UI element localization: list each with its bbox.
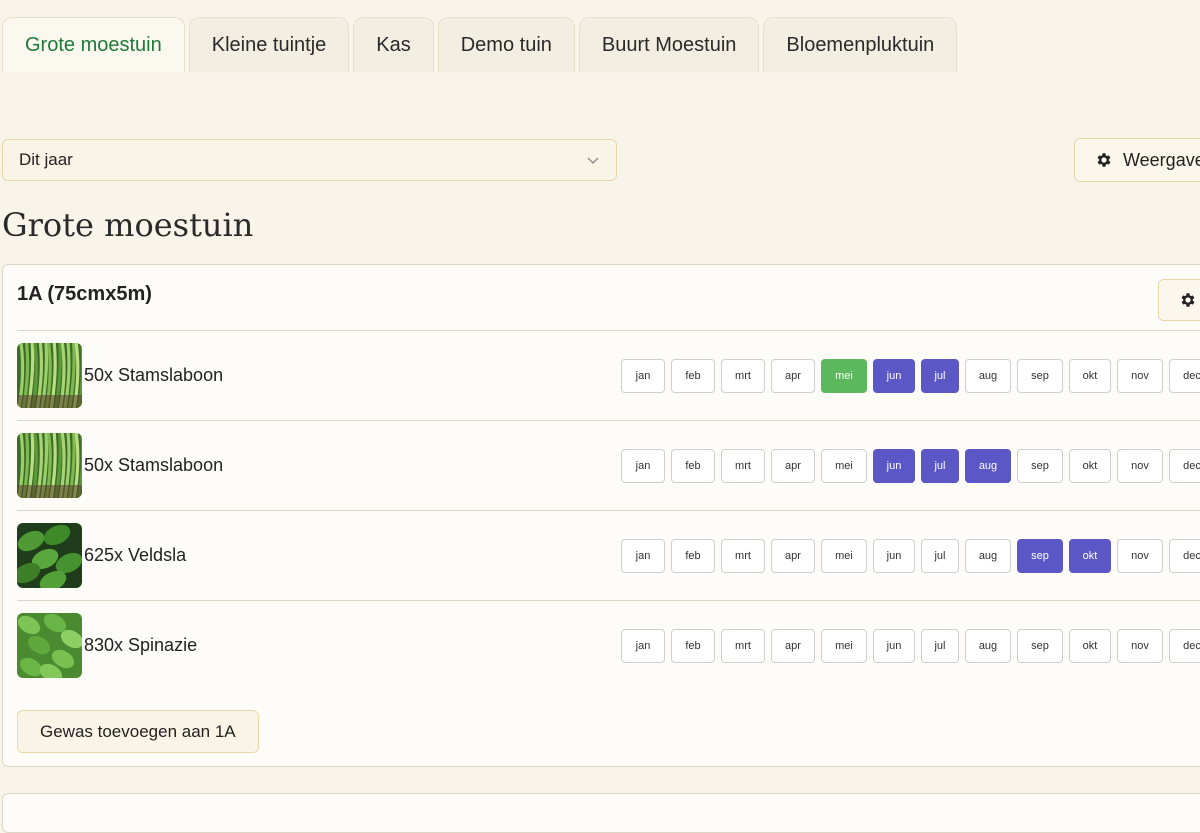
year-select[interactable]: Dit jaar	[2, 139, 617, 181]
month-selector: jan feb mrt apr mei jun jul aug sep okt nov dec	[621, 629, 1200, 663]
plant-thumbnail	[17, 433, 82, 498]
month-button-nov[interactable]: nov	[1117, 539, 1163, 573]
tab-kleine-tuintje[interactable]: Kleine tuintje	[188, 17, 350, 72]
month-button-nov[interactable]: nov	[1117, 359, 1163, 393]
month-button-mei[interactable]: mei	[821, 359, 867, 393]
bed-card: 1A (75cmx5m) 50x Stamslaboon jan feb mrt apr…	[2, 264, 1200, 767]
month-button-dec[interactable]: dec	[1169, 539, 1200, 573]
plant-list: 50x Stamslaboon jan feb mrt apr mei jun jul aug s…	[17, 330, 1200, 690]
plant-row: 830x Spinazie jan feb mrt apr mei jun jul aug sep…	[17, 600, 1200, 690]
tab-buurt-moestuin[interactable]: Buurt Moestuin	[578, 17, 760, 72]
month-button-jan[interactable]: jan	[621, 629, 665, 663]
bean-plant-photo	[17, 343, 82, 408]
gear-icon	[1181, 293, 1195, 307]
month-button-dec[interactable]: dec	[1169, 449, 1200, 483]
plant-name[interactable]: 830x Spinazie	[84, 635, 197, 656]
plant-row: 50x Stamslaboon jan feb mrt apr mei jun jul aug s…	[17, 330, 1200, 420]
month-button-feb[interactable]: feb	[671, 539, 715, 573]
tab-kas[interactable]: Kas	[353, 17, 434, 72]
month-button-aug[interactable]: aug	[965, 359, 1011, 393]
bed-title: 1A (75cmx5m)	[17, 283, 152, 305]
plant-name[interactable]: 50x Stamslaboon	[84, 365, 223, 386]
month-button-feb[interactable]: feb	[671, 629, 715, 663]
view-settings-button[interactable]: Weergave	[1074, 138, 1200, 182]
month-button-sep[interactable]: sep	[1017, 539, 1063, 573]
chevron-down-icon	[587, 157, 599, 164]
garden-tabs: Grote moestuin Kleine tuintje Kas Demo t…	[0, 17, 958, 73]
tab-grote-moestuin[interactable]: Grote moestuin	[2, 17, 185, 72]
month-button-apr[interactable]: apr	[771, 359, 815, 393]
month-button-jun[interactable]: jun	[873, 359, 915, 393]
page-title: Grote moestuin	[2, 206, 254, 244]
spinach-photo	[17, 613, 82, 678]
month-button-jun[interactable]: jun	[873, 629, 915, 663]
plant-thumbnail	[17, 613, 82, 678]
month-button-jan[interactable]: jan	[621, 449, 665, 483]
month-button-dec[interactable]: dec	[1169, 629, 1200, 663]
month-button-okt[interactable]: okt	[1069, 359, 1111, 393]
month-button-jul[interactable]: jul	[921, 359, 959, 393]
month-button-apr[interactable]: apr	[771, 539, 815, 573]
month-button-sep[interactable]: sep	[1017, 449, 1063, 483]
month-button-apr[interactable]: apr	[771, 629, 815, 663]
month-button-okt[interactable]: okt	[1069, 449, 1111, 483]
month-button-mrt[interactable]: mrt	[721, 449, 765, 483]
month-button-apr[interactable]: apr	[771, 449, 815, 483]
month-button-mrt[interactable]: mrt	[721, 629, 765, 663]
bed-settings-button[interactable]	[1158, 279, 1200, 321]
tab-demo-tuin[interactable]: Demo tuin	[437, 17, 575, 72]
year-select-value: Dit jaar	[19, 150, 73, 169]
month-button-jun[interactable]: jun	[873, 539, 915, 573]
month-button-aug[interactable]: aug	[965, 449, 1011, 483]
month-button-nov[interactable]: nov	[1117, 629, 1163, 663]
month-button-mrt[interactable]: mrt	[721, 359, 765, 393]
month-selector: jan feb mrt apr mei jun jul aug sep okt nov dec	[621, 359, 1200, 393]
month-button-feb[interactable]: feb	[671, 449, 715, 483]
month-button-aug[interactable]: aug	[965, 539, 1011, 573]
bean-plant-photo	[17, 433, 82, 498]
plant-row: 625x Veldsla jan feb mrt apr mei jun jul aug sep o…	[17, 510, 1200, 600]
month-button-aug[interactable]: aug	[965, 629, 1011, 663]
month-button-jan[interactable]: jan	[621, 539, 665, 573]
month-button-jun[interactable]: jun	[873, 449, 915, 483]
month-button-jan[interactable]: jan	[621, 359, 665, 393]
month-button-sep[interactable]: sep	[1017, 629, 1063, 663]
month-button-mei[interactable]: mei	[821, 629, 867, 663]
month-button-jul[interactable]: jul	[921, 449, 959, 483]
month-selector: jan feb mrt apr mei jun jul aug sep okt nov dec	[621, 449, 1200, 483]
month-button-nov[interactable]: nov	[1117, 449, 1163, 483]
view-settings-label: Weergave	[1123, 149, 1200, 170]
month-button-jul[interactable]: jul	[921, 629, 959, 663]
month-button-sep[interactable]: sep	[1017, 359, 1063, 393]
month-button-okt[interactable]: okt	[1069, 629, 1111, 663]
gear-icon	[1097, 153, 1111, 167]
tab-bloemenpluktuin[interactable]: Bloemenpluktuin	[763, 17, 958, 72]
month-selector: jan feb mrt apr mei jun jul aug sep okt nov dec	[621, 539, 1200, 573]
add-crop-button[interactable]: Gewas toevoegen aan 1A	[17, 710, 259, 753]
plant-thumbnail	[17, 343, 82, 408]
plant-row: 50x Stamslaboon jan feb mrt apr mei jun jul aug s…	[17, 420, 1200, 510]
month-button-mrt[interactable]: mrt	[721, 539, 765, 573]
month-button-feb[interactable]: feb	[671, 359, 715, 393]
month-button-mei[interactable]: mei	[821, 449, 867, 483]
month-button-jul[interactable]: jul	[921, 539, 959, 573]
lambs-lettuce-photo	[17, 523, 82, 588]
next-bed-card	[2, 793, 1200, 833]
plant-name[interactable]: 50x Stamslaboon	[84, 455, 223, 476]
month-button-okt[interactable]: okt	[1069, 539, 1111, 573]
plant-thumbnail	[17, 523, 82, 588]
month-button-mei[interactable]: mei	[821, 539, 867, 573]
plant-name[interactable]: 625x Veldsla	[84, 545, 186, 566]
month-button-dec[interactable]: dec	[1169, 359, 1200, 393]
